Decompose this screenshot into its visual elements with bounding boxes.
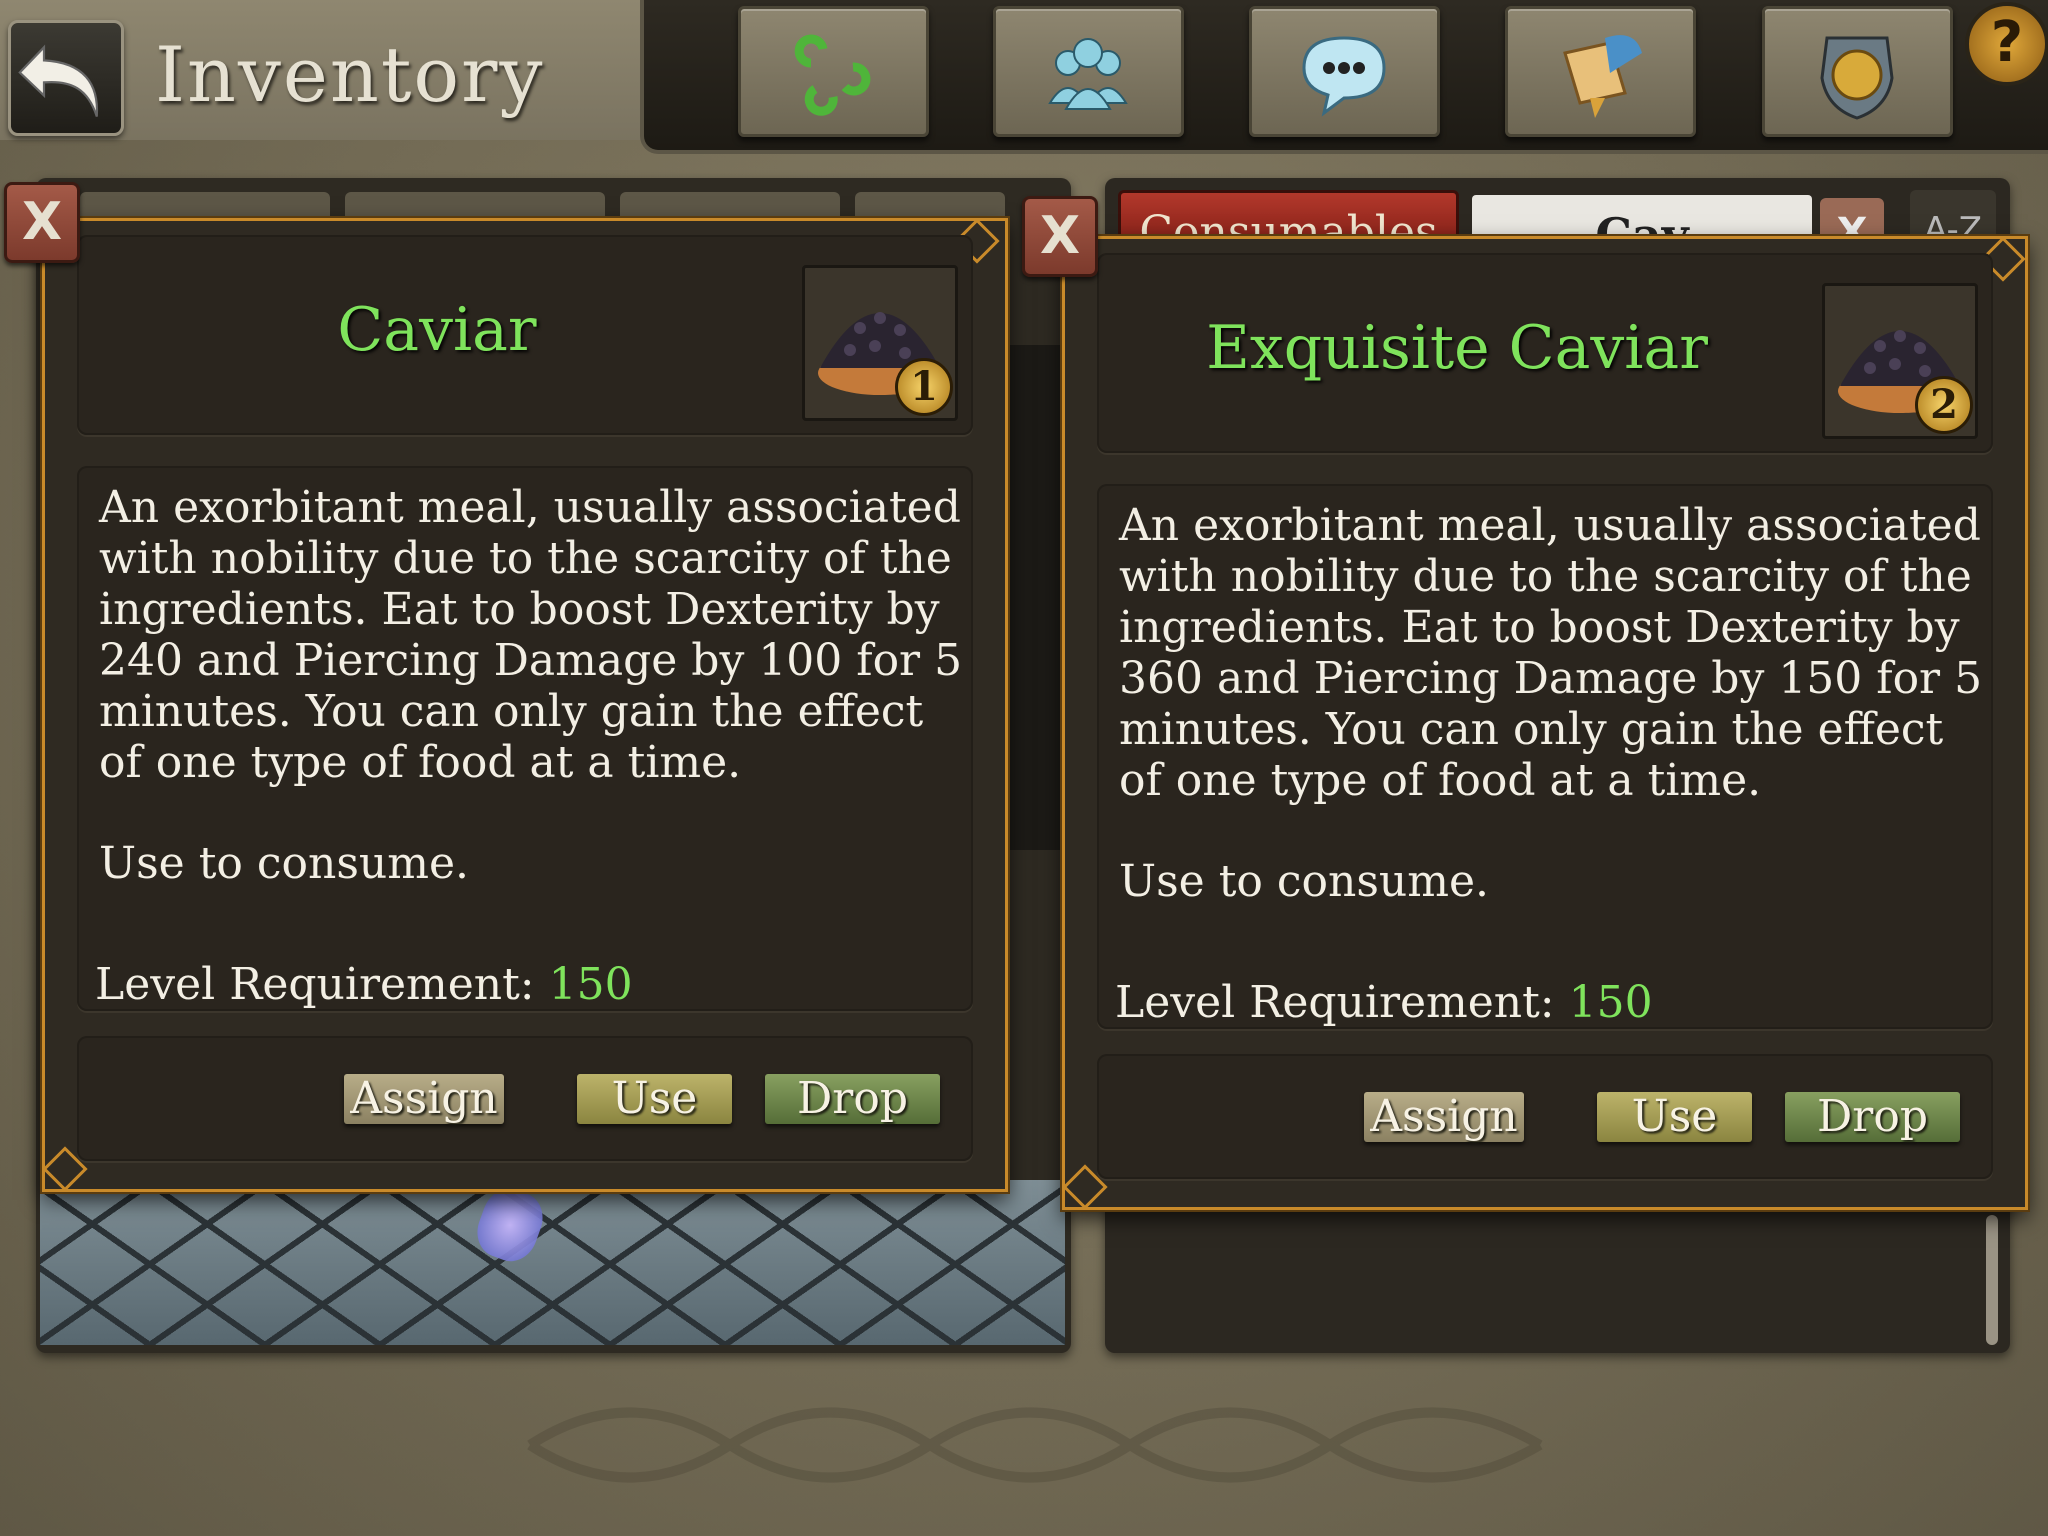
help-icon: ? <box>1990 10 2024 75</box>
chat-icon <box>1302 36 1386 117</box>
item-description-panel: An exorbitant meal, usually associated w… <box>1097 484 1993 1029</box>
skills-button[interactable] <box>738 6 929 137</box>
item-dialog-caviar: Caviar 1 An exorbitant meal, usually ass… <box>42 218 1008 1192</box>
item-actions-panel: Assign Use Drop <box>1097 1054 1993 1179</box>
usage-text: Use to consume. <box>99 838 469 889</box>
item-description: An exorbitant meal, usually associated w… <box>99 482 963 788</box>
party-button[interactable] <box>993 6 1184 137</box>
quest-button[interactable] <box>1505 6 1696 137</box>
item-header: Caviar 1 <box>77 235 973 435</box>
item-header: Exquisite Caviar 2 <box>1097 253 1993 453</box>
usage-text: Use to consume. <box>1119 856 1489 907</box>
close-button[interactable]: X <box>1022 196 1098 277</box>
item-dialog-exquisite-caviar: Exquisite Caviar 2 An exorbitant meal, u… <box>1062 236 2028 1210</box>
guild-button[interactable] <box>1762 6 1953 137</box>
item-name: Exquisite Caviar <box>1206 313 1708 383</box>
assign-button[interactable]: Assign <box>1364 1092 1524 1142</box>
party-icon <box>1048 38 1128 110</box>
use-button[interactable]: Use <box>1597 1092 1752 1142</box>
level-requirement: Level Requirement: 150 <box>1115 977 1653 1028</box>
scrollbar[interactable] <box>1986 1215 1998 1345</box>
level-requirement: Level Requirement: 150 <box>95 959 633 1010</box>
level-requirement-label: Level Requirement: <box>95 959 535 1010</box>
item-description-panel: An exorbitant meal, usually associated w… <box>77 466 973 1011</box>
back-arrow-icon <box>18 44 99 117</box>
item-description: An exorbitant meal, usually associated w… <box>1119 500 1983 806</box>
item-actions-panel: Assign Use Drop <box>77 1036 973 1161</box>
level-requirement-label: Level Requirement: <box>1115 977 1555 1028</box>
stack-count-badge: 2 <box>1915 376 1973 434</box>
chat-button[interactable] <box>1249 6 1440 137</box>
drop-button[interactable]: Drop <box>765 1074 940 1124</box>
page-title: Inventory <box>155 30 545 119</box>
item-icon: 1 <box>802 265 958 421</box>
level-requirement-value: 150 <box>548 959 633 1010</box>
character-floor <box>40 1180 1065 1345</box>
level-requirement-value: 150 <box>1568 977 1653 1028</box>
triskele-icon <box>794 34 871 116</box>
quest-scroll-icon <box>1563 35 1642 118</box>
help-button[interactable]: ? <box>1965 2 2048 86</box>
assign-button[interactable]: Assign <box>344 1074 504 1124</box>
stack-count-badge: 1 <box>895 358 953 416</box>
celtic-knot-ornament <box>527 1407 1543 1483</box>
close-button[interactable]: X <box>4 182 80 263</box>
use-button[interactable]: Use <box>577 1074 732 1124</box>
drop-button[interactable]: Drop <box>1785 1092 1960 1142</box>
equipment-slots[interactable] <box>1005 345 1060 850</box>
back-button[interactable] <box>8 20 124 136</box>
guild-crest-icon <box>1820 36 1894 120</box>
item-icon: 2 <box>1822 283 1978 439</box>
item-name: Caviar <box>337 295 537 365</box>
